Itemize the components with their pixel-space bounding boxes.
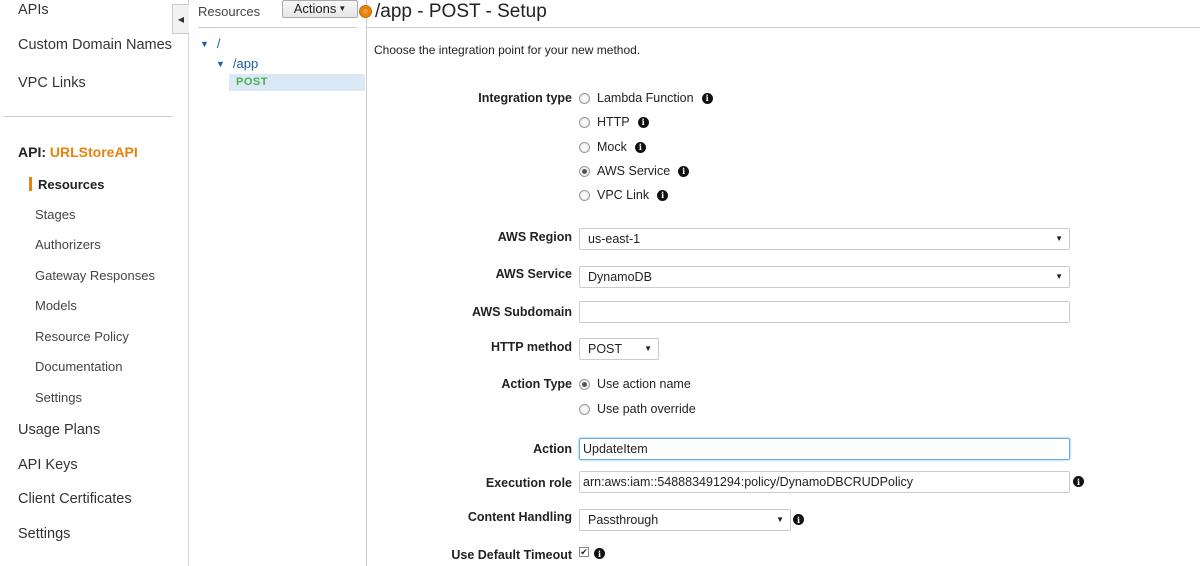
radio-use-path-override[interactable]: Use path override: [579, 402, 696, 416]
nav-divider: [4, 116, 172, 117]
info-icon[interactable]: i: [657, 189, 669, 201]
execution-role-label: Execution role: [485, 476, 572, 490]
radio-label: Use action name: [597, 377, 691, 391]
info-icon[interactable]: i: [1073, 476, 1084, 487]
radio-mock[interactable]: Mock i: [579, 140, 646, 154]
radio-vpc-link[interactable]: VPC Link i: [579, 188, 669, 202]
nav-item-resource-policy[interactable]: Resource Policy: [35, 329, 129, 344]
default-timeout-checkbox[interactable]: ✔: [579, 547, 589, 557]
radio-button[interactable]: [579, 189, 590, 201]
radio-lambda-function[interactable]: Lambda Function i: [579, 91, 713, 105]
tree-divider: [198, 27, 357, 28]
api-name-link[interactable]: URLStoreAPI: [50, 144, 138, 160]
tree-node-root[interactable]: ▼ /: [200, 36, 221, 51]
dropdown-arrow-icon: ▼: [1055, 234, 1063, 243]
title-divider: [367, 27, 1200, 28]
radio-label: HTTP: [597, 115, 630, 129]
active-indicator: [29, 177, 32, 191]
nav-item-custom-domain-names[interactable]: Custom Domain Names: [18, 37, 172, 53]
nav-item-api-settings[interactable]: Settings: [35, 390, 82, 405]
radio-button[interactable]: [579, 141, 590, 153]
nav-item-vpc-links[interactable]: VPC Links: [18, 75, 86, 91]
resource-tree-panel: Resources Actions ▼ ▼ / ▼ /app POST: [189, 0, 367, 566]
aws-region-select[interactable]: us-east-1 ▼: [579, 228, 1070, 250]
radio-button[interactable]: [579, 92, 590, 104]
nav-item-settings[interactable]: Settings: [18, 526, 70, 542]
nav-item-usage-plans[interactable]: Usage Plans: [18, 422, 100, 438]
info-icon[interactable]: i: [594, 548, 605, 559]
info-icon[interactable]: i: [637, 116, 649, 128]
action-input[interactable]: [579, 438, 1070, 460]
http-method-value: POST: [588, 342, 623, 356]
page-title: /app - POST - Setup: [375, 1, 547, 22]
nav-item-documentation[interactable]: Documentation: [35, 359, 122, 374]
tree-node-app-label: /app: [232, 56, 259, 71]
aws-region-label: AWS Region: [497, 230, 572, 244]
tree-node-app[interactable]: ▼ /app: [216, 56, 258, 71]
radio-button-selected[interactable]: [579, 165, 590, 177]
execution-role-input[interactable]: [579, 471, 1070, 493]
caret-left-icon: ◀: [177, 14, 185, 24]
radio-label: Mock: [597, 140, 627, 154]
info-icon[interactable]: i: [678, 165, 690, 177]
nav-item-authorizers[interactable]: Authorizers: [35, 237, 101, 252]
info-icon[interactable]: i: [793, 514, 804, 525]
nav-item-stages[interactable]: Stages: [35, 207, 75, 222]
tree-node-root-label: /: [216, 36, 221, 51]
nav-item-apis[interactable]: APIs: [18, 2, 49, 18]
integration-type-label: Integration type: [478, 91, 572, 105]
nav-item-api-keys[interactable]: API Keys: [18, 457, 78, 473]
aws-subdomain-label: AWS Subdomain: [472, 305, 572, 319]
radio-label: Lambda Function: [597, 91, 694, 105]
method-setup-panel: /app - POST - Setup Choose the integrati…: [359, 0, 1200, 566]
info-icon[interactable]: i: [634, 141, 646, 153]
checkmark-icon: ✔: [580, 547, 588, 557]
radio-http[interactable]: HTTP i: [579, 115, 649, 129]
aws-service-value: DynamoDB: [588, 270, 652, 284]
http-method-select[interactable]: POST ▼: [579, 338, 659, 360]
aws-region-value: us-east-1: [588, 232, 641, 246]
radio-aws-service[interactable]: AWS Service i: [579, 164, 690, 178]
api-prefix: API:: [18, 144, 46, 160]
nav-item-resources[interactable]: Resources: [38, 177, 104, 192]
caret-down-icon: ▼: [338, 4, 347, 14]
dropdown-arrow-icon: ▼: [1055, 272, 1063, 281]
action-type-label: Action Type: [501, 377, 572, 391]
http-method-label: HTTP method: [490, 340, 572, 354]
tree-node-post-method[interactable]: POST: [229, 74, 365, 91]
dropdown-arrow-icon: ▼: [644, 344, 652, 353]
resources-header: Resources: [198, 4, 261, 19]
aws-service-select[interactable]: DynamoDB ▼: [579, 266, 1070, 288]
nav-item-models[interactable]: Models: [35, 298, 77, 313]
actions-label: Actions: [293, 0, 337, 16]
aws-service-label: AWS Service: [495, 267, 572, 281]
content-handling-value: Passthrough: [588, 513, 659, 527]
method-status-icon: [359, 5, 372, 18]
nav-item-client-certificates[interactable]: Client Certificates: [18, 491, 132, 507]
content-handling-label: Content Handling: [467, 510, 572, 524]
radio-label: AWS Service: [597, 164, 671, 178]
api-title: API: URLStoreAPI: [18, 144, 138, 160]
radio-label: VPC Link: [597, 188, 650, 202]
content-handling-select[interactable]: Passthrough ▼: [579, 509, 791, 531]
expand-caret-icon[interactable]: ▼: [216, 59, 225, 69]
info-icon[interactable]: i: [701, 92, 713, 104]
expand-caret-icon[interactable]: ▼: [200, 39, 209, 49]
aws-subdomain-input[interactable]: [579, 301, 1070, 323]
radio-label: Use path override: [597, 402, 696, 416]
page-subtitle: Choose the integration point for your ne…: [374, 43, 641, 57]
radio-button[interactable]: [579, 403, 590, 415]
dropdown-arrow-icon: ▼: [776, 515, 784, 524]
action-label: Action: [533, 442, 572, 456]
radio-use-action-name[interactable]: Use action name: [579, 377, 691, 391]
radio-button-selected[interactable]: [579, 378, 590, 390]
actions-dropdown-button[interactable]: Actions ▼: [282, 0, 358, 18]
collapse-nav-button[interactable]: ◀: [172, 4, 189, 34]
left-navigation: APIs Custom Domain Names VPC Links API: …: [0, 0, 189, 566]
default-timeout-label: Use Default Timeout: [451, 548, 572, 562]
nav-item-gateway-responses[interactable]: Gateway Responses: [35, 268, 155, 283]
radio-button[interactable]: [579, 116, 590, 128]
